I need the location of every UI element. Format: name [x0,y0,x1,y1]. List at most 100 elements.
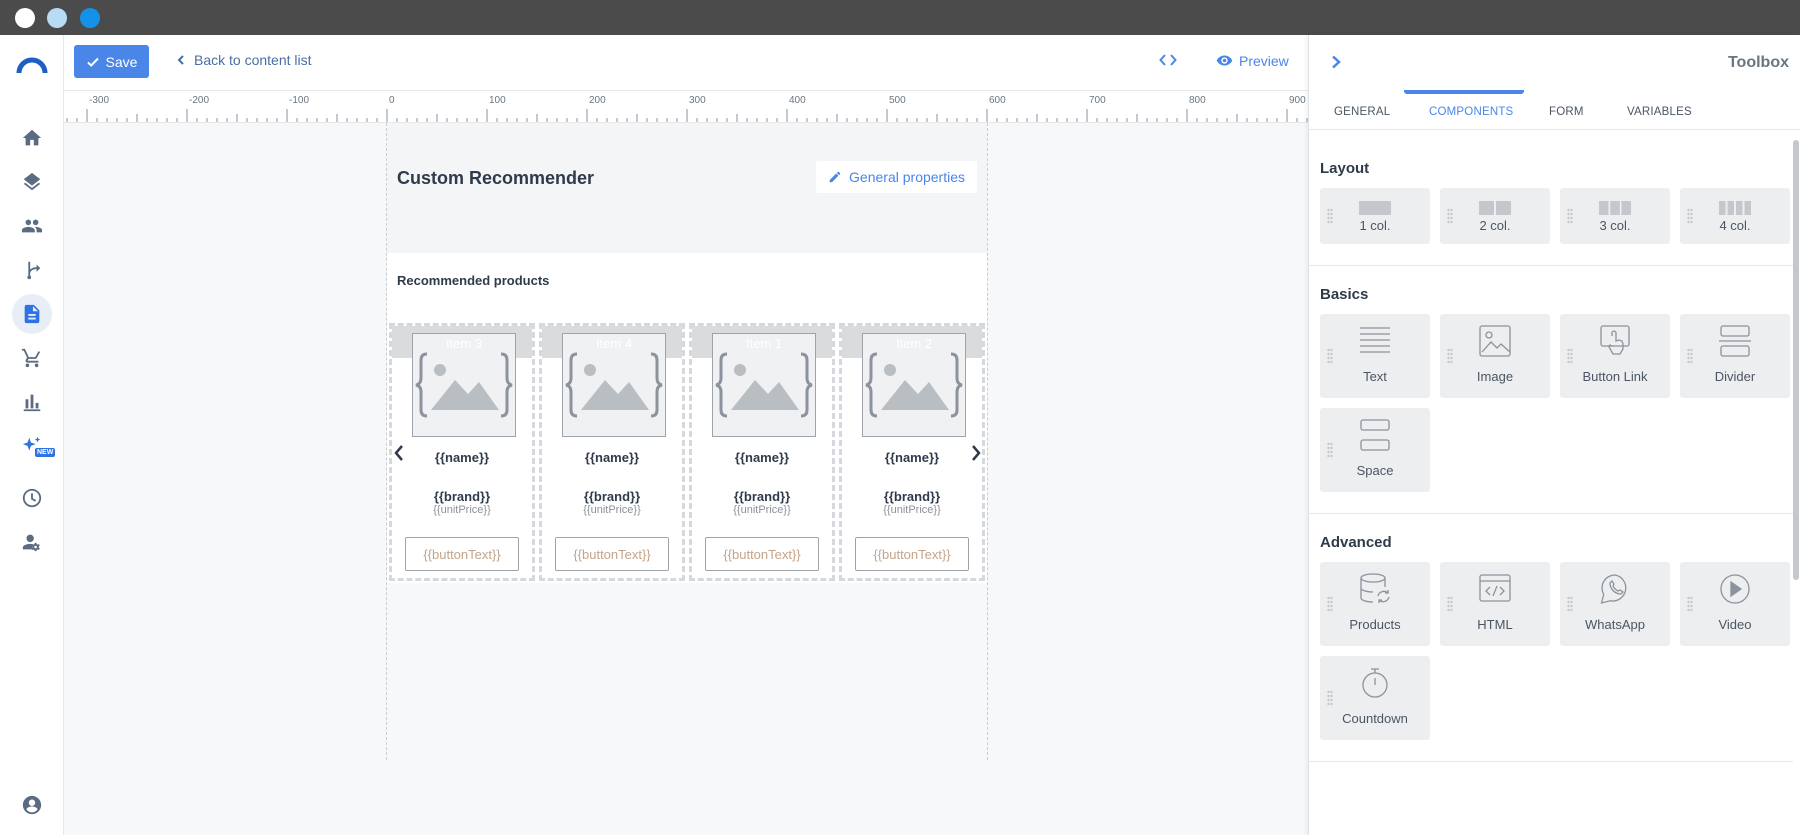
product-brand: {{brand}} [433,489,491,504]
product-button[interactable]: {{buttonText}} [555,537,669,571]
toolbox-header: Toolbox [1309,35,1800,90]
basics-section-title: Basics [1320,286,1369,303]
section-divider [1309,513,1793,514]
product-price: {{unitPrice}} [883,504,941,516]
ruler-label: 600 [989,95,1006,106]
sparkles-icon[interactable]: NEW [16,430,56,462]
check-icon [86,57,99,67]
product-price: {{unitPrice}} [733,504,791,516]
toolbox-scrollbar[interactable] [1793,140,1799,580]
preview-button[interactable]: Preview [1216,52,1289,69]
countdown-tool[interactable]: Countdown [1320,656,1430,740]
image-tool[interactable]: Image [1440,314,1550,398]
tab-form[interactable]: FORM [1549,106,1584,118]
product-card[interactable]: Item 1 {{name}} {{brand}} {{unitPrice}} … [689,323,835,581]
advanced-section-title: Advanced [1320,534,1392,551]
carousel-prev-arrow[interactable] [392,443,406,463]
one-column-icon [1320,200,1430,216]
horizontal-ruler: -300 -200 -100 0 100 200 300 400 500 600 700 800 900 [64,91,1308,123]
gauge-icon[interactable] [16,482,48,514]
layout-1-col-tool[interactable]: 1 col. [1320,188,1430,244]
pencil-icon [829,171,841,183]
account-circle-icon[interactable] [16,789,48,821]
item-label: Item 4 [595,336,633,351]
bar-chart-icon[interactable] [16,386,48,418]
product-name: {{name}} [734,450,790,465]
back-to-content-list-link[interactable]: Back to content list [176,52,312,68]
save-button-label: Save [105,53,138,70]
video-tool[interactable]: Video [1680,562,1790,646]
product-brand: {{brand}} [733,489,791,504]
timer-icon [1320,666,1430,700]
canvas-guide-right [987,123,988,760]
user-gear-icon[interactable] [16,526,48,558]
ruler-label: 200 [589,95,606,106]
tab-variables[interactable]: VARIABLES [1627,106,1692,118]
space-icon [1320,418,1430,452]
html-tool[interactable]: HTML [1440,562,1550,646]
tool-label: Image [1476,369,1514,384]
whatsapp-tool[interactable]: WhatsApp [1560,562,1670,646]
general-properties-button[interactable]: General properties [816,161,977,193]
carousel-next-arrow[interactable] [969,443,983,463]
product-price: {{unitPrice}} [433,504,491,516]
text-tool[interactable]: Text [1320,314,1430,398]
home-icon[interactable] [16,122,48,154]
branch-icon[interactable] [16,254,48,286]
tool-label: WhatsApp [1585,617,1645,632]
window-minimize-button[interactable] [47,8,67,28]
collapse-toolbox-button[interactable] [1329,55,1345,71]
window-titlebar [0,0,1800,35]
tool-label: 2 col. [1479,218,1511,233]
tool-label: HTML [1477,617,1513,632]
product-button[interactable]: {{buttonText}} [405,537,519,571]
image-icon [1440,324,1550,358]
space-tool[interactable]: Space [1320,408,1430,492]
product-name: {{name}} [884,450,940,465]
tool-label: Divider [1714,369,1756,384]
ruler-label: 0 [389,95,395,106]
tab-general[interactable]: GENERAL [1334,106,1390,118]
document-icon[interactable] [12,294,52,334]
toolbox-panel: Toolbox GENERAL COMPONENTS FORM VARIABLE… [1308,35,1800,835]
product-card[interactable]: Item 2 {{name}} {{brand}} {{unitPrice}} … [839,323,985,581]
product-card[interactable]: Item 4 {{name}} {{brand}} {{unitPrice}} … [539,323,685,581]
window-maximize-button[interactable] [80,8,100,28]
divider-tool[interactable]: Divider [1680,314,1790,398]
chevron-right-icon [1332,55,1341,69]
ruler-label: 900 [1289,95,1306,106]
email-title: Custom Recommender [397,168,595,188]
product-button[interactable]: {{buttonText}} [705,537,819,571]
layers-icon[interactable] [16,166,48,198]
chevron-left-icon [394,445,403,461]
whatsapp-icon [1560,572,1670,606]
cart-icon[interactable] [16,342,48,374]
save-button[interactable]: Save [74,45,149,78]
button-link-tool[interactable]: Button Link [1560,314,1670,398]
code-view-button[interactable] [1159,51,1181,73]
ruler-label: 700 [1089,95,1106,106]
left-sidebar: NEW [0,35,64,835]
recommender-block[interactable]: Recommended products Item 3 {{name}} {{b… [387,253,987,583]
layout-2-col-tool[interactable]: 2 col. [1440,188,1550,244]
product-button[interactable]: {{buttonText}} [855,537,969,571]
ruler-scale: -300 -200 -100 0 100 200 300 400 500 600 700 800 900 [66,95,1308,122]
divider-icon [1680,324,1790,358]
people-icon[interactable] [16,210,48,242]
products-tool[interactable]: Products [1320,562,1430,646]
tab-components[interactable]: COMPONENTS [1429,106,1513,118]
product-brand: {{brand}} [883,489,941,504]
layout-4-col-tool[interactable]: 4 col. [1680,188,1790,244]
editor-canvas: Custom Recommender General properties Re… [64,123,1308,835]
email-preview: Custom Recommender General properties Re… [387,123,987,583]
window-close-button[interactable] [15,8,35,28]
chevron-left-icon [177,55,184,65]
play-circle-icon [1680,572,1790,606]
tool-label: Button Link [1582,369,1648,384]
ruler-label: -200 [189,95,209,106]
email-header-block[interactable]: Custom Recommender General properties [387,123,987,253]
layout-3-col-tool[interactable]: 3 col. [1560,188,1670,244]
chevron-right-icon [972,445,981,461]
product-card[interactable]: Item 3 {{name}} {{brand}} {{unitPrice}} … [389,323,535,581]
tool-label: 1 col. [1359,218,1391,233]
